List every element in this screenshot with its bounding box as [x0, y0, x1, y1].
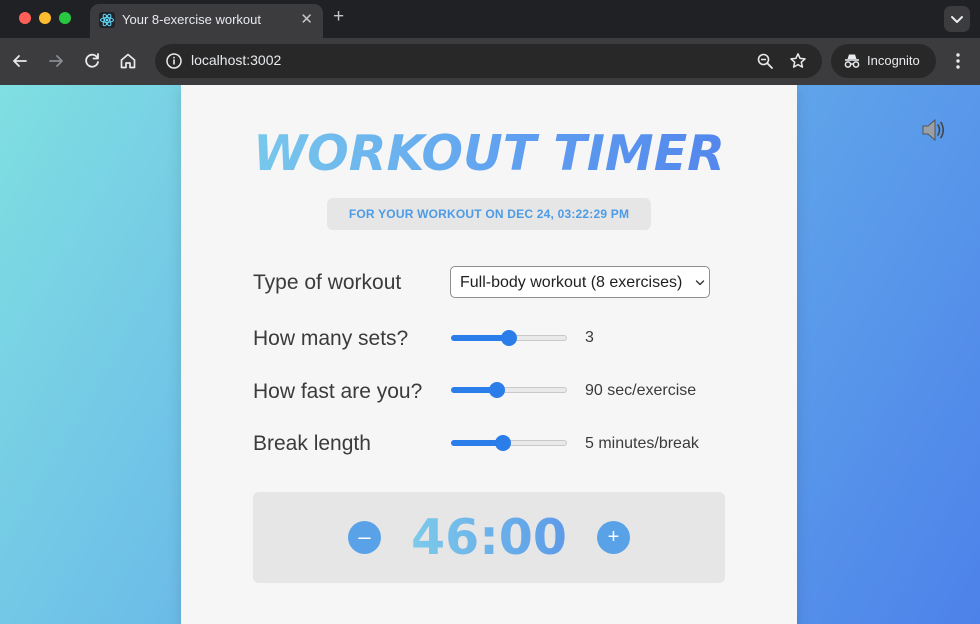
star-icon[interactable] [788, 51, 808, 71]
workout-type-select[interactable]: Full-body workout (8 exercises) [450, 266, 710, 298]
slider-thumb[interactable] [501, 330, 517, 346]
speaker-icon[interactable] [920, 116, 948, 144]
forward-arrow-icon[interactable] [45, 50, 67, 72]
sets-slider[interactable] [451, 330, 567, 346]
zoom-icon[interactable] [756, 52, 774, 70]
maximize-window-button[interactable] [59, 12, 71, 24]
back-arrow-icon[interactable] [9, 50, 31, 72]
page-title: WORKOUT TIMER [181, 125, 797, 182]
home-icon[interactable] [117, 50, 139, 72]
speed-value: 90 sec/exercise [585, 382, 697, 399]
date-badge: FOR YOUR WORKOUT ON DEC 24, 03:22:29 PM [327, 198, 651, 230]
address-bar[interactable]: localhost:3002 [155, 44, 822, 78]
timer-value: 46:00 [403, 509, 575, 566]
incognito-icon [844, 54, 860, 68]
close-window-button[interactable] [19, 12, 31, 24]
sets-value: 3 [585, 329, 594, 346]
timer-card: WORKOUT TIMER FOR YOUR WORKOUT ON DEC 24… [181, 85, 797, 624]
chevron-down-icon [695, 280, 705, 286]
speed-slider[interactable] [451, 382, 567, 398]
close-icon[interactable]: ✕ [300, 10, 313, 28]
timer-display-box: – 46:00 + [253, 492, 725, 583]
workout-type-label: Type of workout [253, 271, 402, 294]
react-icon [99, 12, 115, 28]
break-length-value: 5 minutes/break [585, 435, 699, 452]
incognito-label: Incognito [867, 53, 920, 68]
tab-strip: Your 8-exercise workout ✕ + [0, 0, 980, 38]
slider-thumb[interactable] [495, 435, 511, 451]
url-text: localhost:3002 [191, 52, 282, 68]
reload-icon[interactable] [81, 50, 103, 72]
info-icon[interactable] [164, 51, 184, 71]
sets-label: How many sets? [253, 327, 409, 350]
incognito-indicator[interactable]: Incognito [831, 44, 936, 78]
page-viewport: WORKOUT TIMER FOR YOUR WORKOUT ON DEC 24… [0, 85, 980, 624]
browser-tab[interactable]: Your 8-exercise workout ✕ [90, 4, 323, 38]
browser-toolbar: localhost:3002 Incognito [0, 38, 980, 85]
tab-search-button[interactable] [944, 6, 970, 32]
break-length-slider[interactable] [451, 435, 567, 451]
tab-title: Your 8-exercise workout [122, 12, 261, 27]
plus-icon[interactable]: + [333, 6, 344, 28]
decrease-time-button[interactable]: – [348, 521, 381, 554]
slider-thumb[interactable] [489, 382, 505, 398]
more-vert-icon[interactable] [948, 50, 968, 72]
increase-time-button[interactable]: + [597, 521, 630, 554]
break-length-label: Break length [253, 432, 371, 455]
chevron-down-icon [951, 16, 963, 23]
workout-type-value: Full-body workout (8 exercises) [460, 274, 683, 291]
speed-label: How fast are you? [253, 380, 423, 403]
minimize-window-button[interactable] [39, 12, 51, 24]
